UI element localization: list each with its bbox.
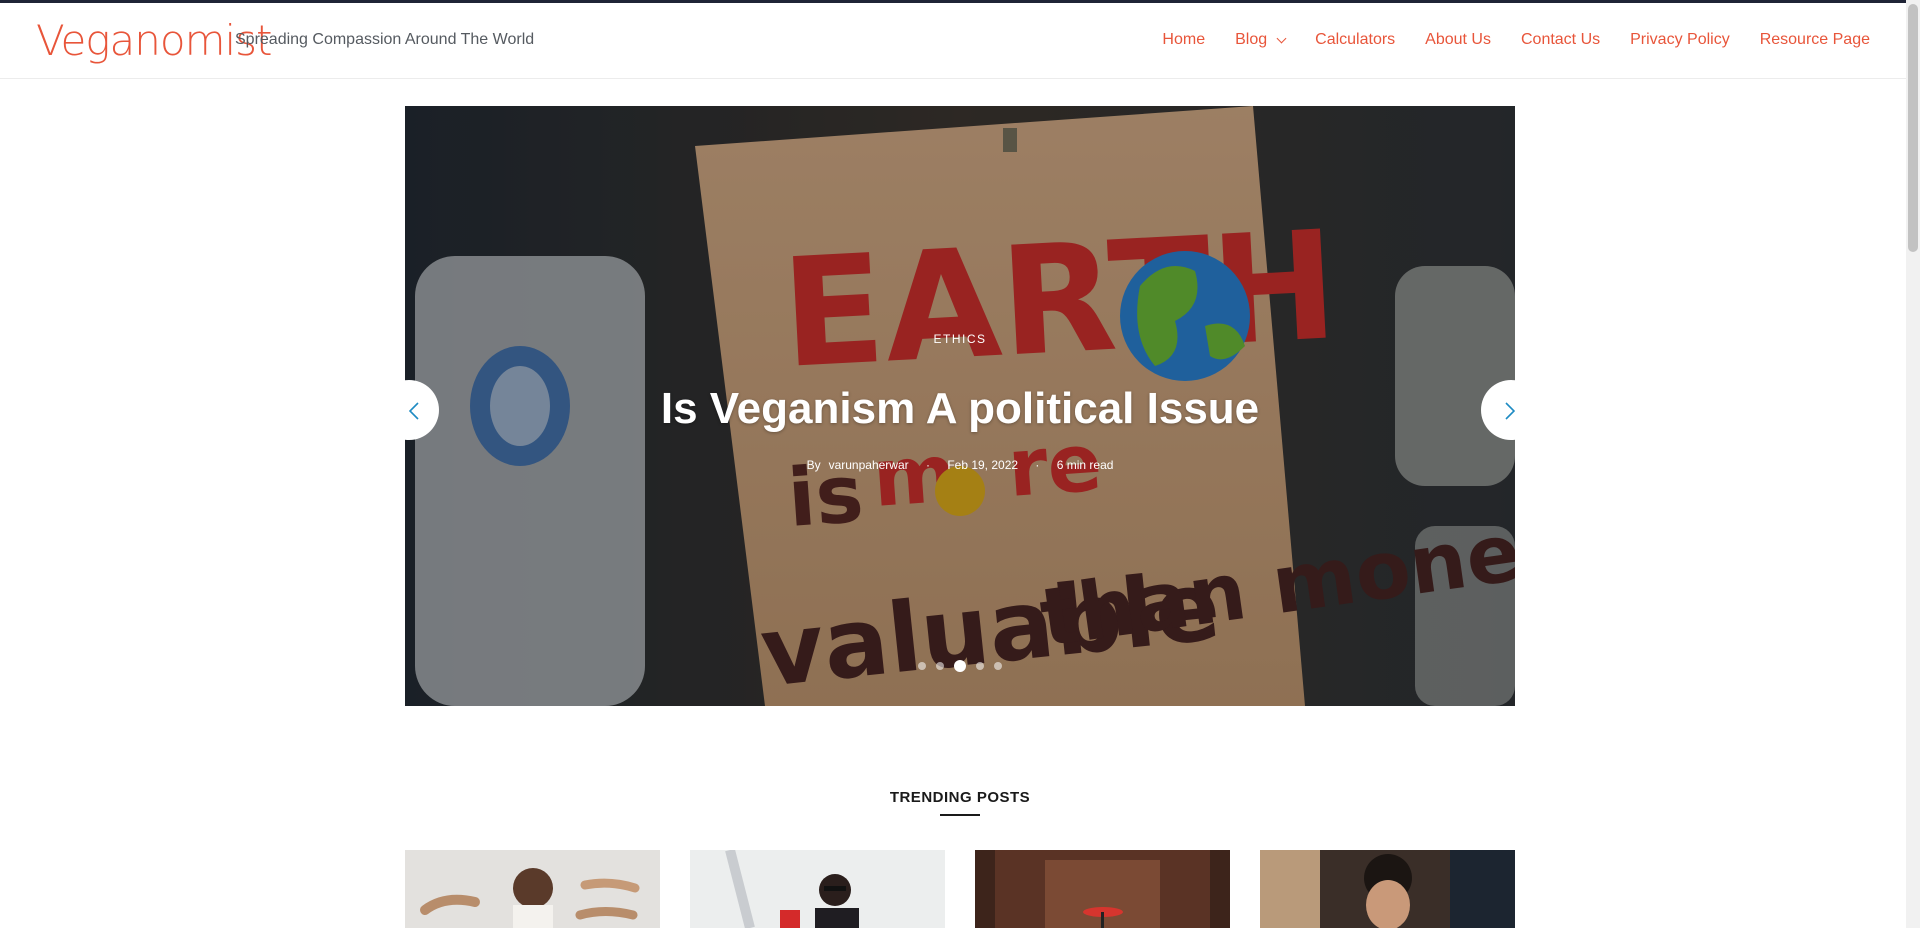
trending-posts-list: [405, 850, 1515, 928]
meta-separator: ·: [1035, 458, 1040, 472]
slider-dot[interactable]: [976, 662, 984, 670]
nav-label: Home: [1162, 31, 1206, 48]
nav-item-contact-us[interactable]: Contact Us: [1521, 31, 1600, 49]
nav-label: Contact Us: [1520, 31, 1601, 48]
nav-item-about-us[interactable]: About Us: [1425, 31, 1491, 49]
meta-separator: ·: [925, 458, 930, 472]
chevron-left-icon: [409, 402, 419, 420]
post-thumbnail: [405, 850, 660, 928]
site-tagline: Spreading Compassion Around The World: [235, 31, 535, 48]
heading-underline: [940, 814, 980, 816]
slide-category[interactable]: ETHICS: [405, 332, 1515, 346]
nav-label: Calculators: [1315, 31, 1396, 48]
nav-label: Privacy Policy: [1630, 31, 1730, 48]
slider-dot[interactable]: [954, 660, 966, 672]
post-thumbnail: [1260, 850, 1515, 928]
slider-dot[interactable]: [936, 662, 944, 670]
nav-label: Blog: [1235, 31, 1268, 48]
main-nav: Home Blog Calculators About Us Contact U…: [1132, 31, 1870, 49]
nav-item-home[interactable]: Home: [1162, 31, 1205, 49]
scrollbar-thumb[interactable]: [1908, 4, 1918, 252]
trending-post-card[interactable]: [405, 850, 660, 928]
nav-item-resource-page[interactable]: Resource Page: [1760, 31, 1870, 49]
slide-title[interactable]: Is Veganism A political Issue: [405, 384, 1515, 434]
trending-posts-heading: TRENDING POSTS: [889, 789, 1031, 806]
site-header: Veganomist Spreading Compassion Around T…: [0, 3, 1906, 79]
post-thumbnail: [690, 850, 945, 928]
post-date: Feb 19, 2022: [947, 458, 1019, 472]
nav-label: About Us: [1425, 31, 1491, 48]
slider-pagination: [405, 660, 1515, 672]
read-time: 6 min read: [1056, 458, 1114, 472]
author-prefix: By: [806, 458, 821, 472]
slide-meta: By varunpaherwar · Feb 19, 2022 · 6 min r…: [405, 458, 1515, 472]
slider-dot[interactable]: [994, 662, 1002, 670]
chevron-down-icon: [1276, 33, 1287, 43]
post-thumbnail: [975, 850, 1230, 928]
chevron-right-icon: [1505, 402, 1515, 420]
trending-post-card[interactable]: [690, 850, 945, 928]
trending-post-card[interactable]: [975, 850, 1230, 928]
nav-item-privacy-policy[interactable]: Privacy Policy: [1630, 31, 1730, 49]
nav-item-calculators[interactable]: Calculators: [1315, 31, 1395, 49]
slider-dot[interactable]: [918, 662, 926, 670]
nav-label: Resource Page: [1759, 31, 1870, 48]
nav-item-blog[interactable]: Blog: [1235, 31, 1287, 49]
author-link[interactable]: varunpaherwar: [829, 458, 909, 472]
trending-post-card[interactable]: [1260, 850, 1515, 928]
featured-slider: EARTH is m re valuable than money ETHICS…: [405, 106, 1515, 706]
